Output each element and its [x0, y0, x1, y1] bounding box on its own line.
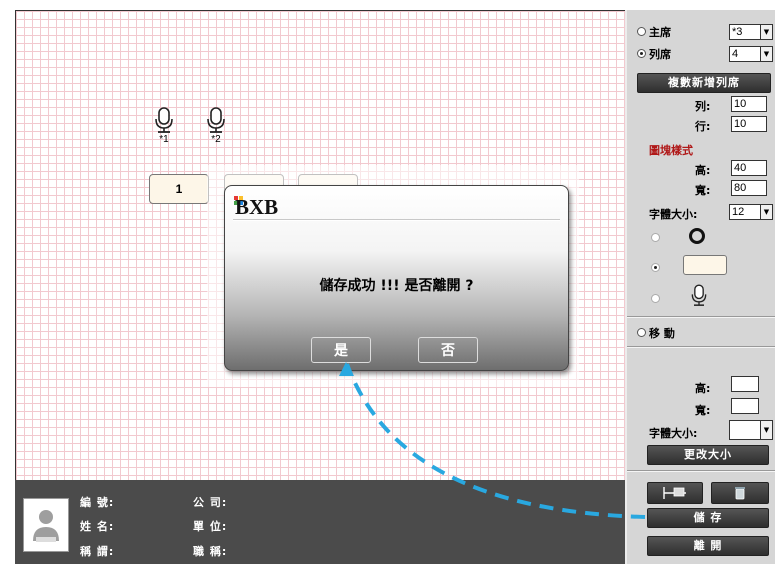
position-label: 職 稱: — [193, 545, 228, 558]
microphone-seat-1[interactable]: *1 — [152, 107, 176, 145]
mic-shape-radio[interactable] — [651, 294, 660, 303]
chevron-down-icon: ▼ — [760, 421, 772, 439]
save-confirm-dialog: BXB 儲存成功 !!! 是否離開 ? 是 否 — [224, 185, 569, 371]
block-height-input[interactable]: 40 — [731, 160, 767, 176]
chair-label: 主席 — [649, 26, 671, 39]
trash-icon — [735, 487, 745, 500]
microphone-icon — [691, 284, 707, 306]
row-seat-label: 列席 — [649, 48, 671, 61]
resize-width-label: 寬: — [695, 404, 711, 417]
microphone-seat-2[interactable]: *2 — [204, 107, 228, 145]
panel-divider — [627, 470, 775, 472]
add-multiple-rows-button[interactable]: 複數新增列席 — [637, 73, 771, 93]
mic-shape-icon — [689, 283, 709, 309]
move-radio[interactable] — [637, 328, 646, 337]
rows-input[interactable]: 10 — [731, 116, 767, 132]
delete-button[interactable] — [711, 482, 769, 504]
unit-label: 單 位: — [193, 520, 228, 533]
bxb-logo-icon: BXB — [234, 195, 278, 219]
bxb-logo: BXB — [234, 194, 326, 219]
save-button[interactable]: 儲 存 — [647, 508, 769, 528]
panel-divider — [627, 346, 775, 348]
row-seat-radio[interactable] — [637, 49, 646, 58]
title-label: 稱 謂: — [80, 545, 115, 558]
chair-select[interactable]: *3 ▼ — [729, 24, 773, 40]
resize-button[interactable]: 更改大小 — [647, 445, 769, 465]
microphone-icon — [207, 107, 225, 133]
seat-import-icon — [663, 487, 686, 499]
member-info-bar: 編 號: 姓 名: 稱 謂: 公 司: 單 位: 職 稱: — [15, 480, 625, 564]
block-width-label: 寬: — [695, 184, 711, 197]
block-font-size-value: 12 — [732, 206, 745, 218]
avatar — [23, 498, 69, 552]
block-width-input[interactable]: 80 — [731, 180, 767, 196]
block-font-size-label: 字體大小: — [649, 208, 698, 221]
block-height-label: 高: — [695, 164, 711, 177]
number-label: 編 號: — [80, 496, 115, 509]
control-panel: 主席 *3 ▼ 列席 4 ▼ 複數新增列席 列: 10 行: 10 圖塊樣式 高… — [625, 10, 775, 564]
chair-radio[interactable] — [637, 27, 646, 36]
microphone-icon — [155, 107, 173, 133]
circle-shape-icon — [689, 228, 705, 244]
dialog-message: 儲存成功 !!! 是否離開 ? — [319, 278, 474, 294]
resize-height-label: 高: — [695, 382, 711, 395]
seat-box-1[interactable]: 1 — [149, 174, 209, 204]
chevron-down-icon: ▼ — [760, 205, 772, 219]
resize-font-size-select[interactable]: ▼ — [729, 420, 773, 440]
yes-button[interactable]: 是 — [311, 337, 371, 363]
no-button[interactable]: 否 — [418, 337, 478, 363]
chevron-down-icon: ▼ — [760, 25, 772, 39]
microphone-label: *1 — [159, 134, 169, 145]
box-shape-icon — [683, 255, 727, 275]
microphone-label: *2 — [211, 134, 221, 145]
chair-select-value: *3 — [732, 26, 743, 38]
panel-divider — [627, 316, 775, 318]
dialog-divider — [233, 219, 560, 221]
logo-wordmark: BXB — [235, 195, 278, 216]
columns-input[interactable]: 10 — [731, 96, 767, 112]
rows-label: 行: — [695, 120, 711, 133]
circle-shape-radio[interactable] — [651, 233, 660, 242]
resize-font-size-label: 字體大小: — [649, 427, 698, 440]
import-seat-button[interactable] — [647, 482, 703, 504]
block-font-size-select[interactable]: 12 ▼ — [729, 204, 773, 220]
company-label: 公 司: — [193, 496, 228, 509]
row-seat-select[interactable]: 4 ▼ — [729, 46, 773, 62]
box-shape-radio[interactable] — [651, 263, 660, 272]
columns-label: 列: — [695, 100, 711, 113]
chevron-down-icon: ▼ — [760, 47, 772, 61]
row-seat-select-value: 4 — [732, 48, 739, 60]
move-label: 移 動 — [649, 327, 675, 340]
resize-width-input[interactable] — [731, 398, 759, 414]
person-avatar-icon — [24, 499, 68, 551]
name-label: 姓 名: — [80, 520, 115, 533]
leave-button[interactable]: 離 開 — [647, 536, 769, 556]
resize-height-input[interactable] — [731, 376, 759, 392]
block-style-label: 圖塊樣式 — [649, 144, 693, 157]
